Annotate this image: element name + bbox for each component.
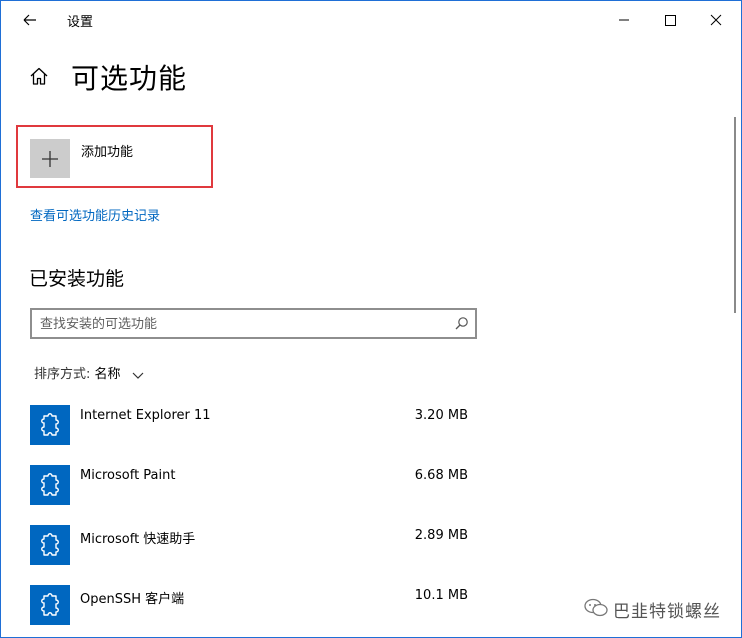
maximize-icon xyxy=(665,15,676,26)
feature-name: Microsoft 快速助手 xyxy=(80,532,196,547)
puzzle-icon xyxy=(41,593,59,616)
feature-tile xyxy=(30,585,70,625)
settings-window: 设置 可选功能 添加功能 查看可选功能历史记录 已安装功能 查找安装的可选功能 … xyxy=(0,0,742,638)
home-button[interactable] xyxy=(28,65,50,87)
feature-tile xyxy=(30,405,70,445)
search-box[interactable] xyxy=(30,308,477,339)
page-title: 可选功能 xyxy=(71,62,188,95)
feature-tile xyxy=(30,525,70,565)
sort-value: 名称 xyxy=(94,367,121,382)
feature-name: Internet Explorer 11 xyxy=(80,408,211,423)
chevron-down-icon xyxy=(132,372,144,379)
feature-size: 6.68 MB xyxy=(414,468,468,483)
feature-size: 10.1 MB xyxy=(414,588,468,603)
add-feature-label: 添加功能 xyxy=(81,145,134,160)
sort-dropdown[interactable]: 排序方式: 名称 xyxy=(34,363,145,382)
app-title: 设置 xyxy=(67,15,94,30)
puzzle-icon xyxy=(41,413,59,436)
title-bar: 设置 xyxy=(1,1,741,39)
feature-item-openssh-client[interactable]: OpenSSH 客户端 10.1 MB xyxy=(30,585,470,625)
scrollbar-thumb[interactable] xyxy=(734,117,736,313)
add-feature-button[interactable]: 添加功能 xyxy=(16,125,213,188)
minimize-button[interactable] xyxy=(601,7,647,33)
search-icon[interactable] xyxy=(454,316,469,331)
feature-size: 3.20 MB xyxy=(414,408,468,423)
puzzle-icon xyxy=(41,533,59,556)
maximize-button[interactable] xyxy=(647,7,693,33)
back-arrow-icon xyxy=(23,14,36,26)
feature-name: Microsoft Paint xyxy=(80,468,176,483)
feature-item-quick-assist[interactable]: Microsoft 快速助手 2.89 MB xyxy=(30,525,470,565)
search-input[interactable] xyxy=(40,315,440,333)
wechat-logo-icon xyxy=(584,598,608,617)
close-icon xyxy=(710,14,722,26)
feature-name: OpenSSH 客户端 xyxy=(80,592,185,607)
feature-item-internet-explorer[interactable]: Internet Explorer 11 3.20 MB xyxy=(30,405,470,445)
back-button[interactable] xyxy=(15,9,45,31)
sort-label: 排序方式: xyxy=(34,367,91,382)
installed-section-title: 已安装功能 xyxy=(29,268,125,290)
plus-icon xyxy=(42,151,58,167)
close-button[interactable] xyxy=(693,7,739,33)
scrollbar[interactable] xyxy=(731,39,737,637)
home-icon xyxy=(30,67,48,85)
feature-item-microsoft-paint[interactable]: Microsoft Paint 6.68 MB xyxy=(30,465,470,505)
view-history-link[interactable]: 查看可选功能历史记录 xyxy=(30,205,160,224)
minimize-icon xyxy=(619,19,629,21)
feature-size: 2.89 MB xyxy=(414,528,468,543)
puzzle-icon xyxy=(41,473,59,496)
watermark-text: 巴韭特锁螺丝 xyxy=(613,602,721,622)
add-tile xyxy=(30,139,70,178)
feature-tile xyxy=(30,465,70,505)
